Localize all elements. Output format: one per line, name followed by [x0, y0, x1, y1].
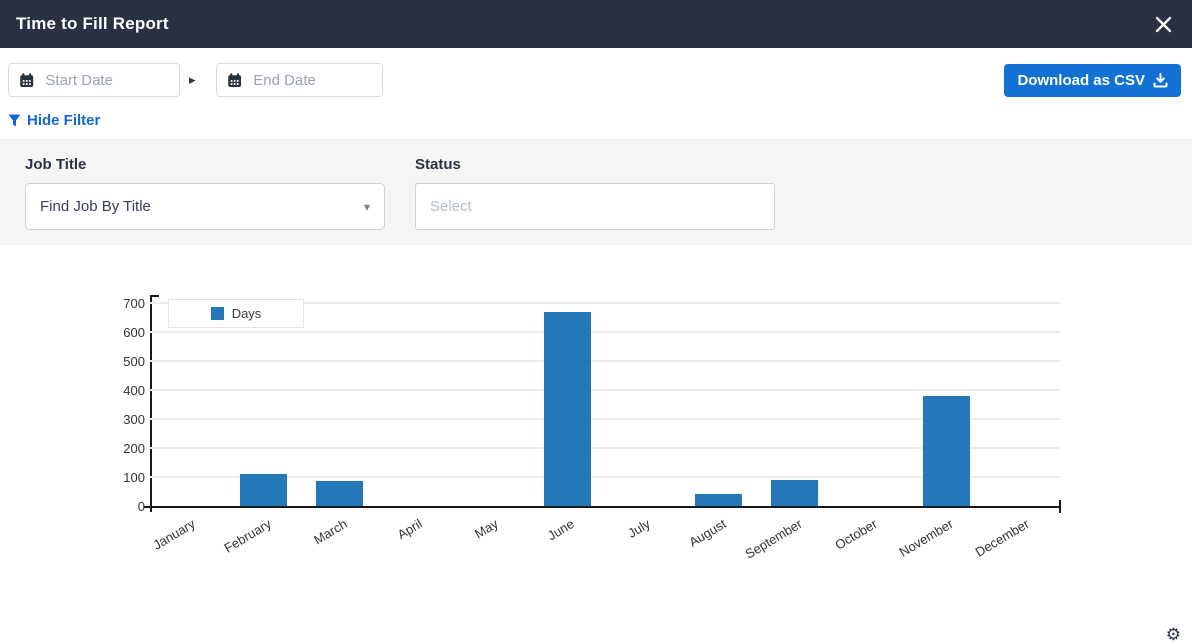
y-tick-label-400: 400	[95, 384, 145, 397]
bar-september[interactable]	[771, 480, 818, 506]
bar-march[interactable]	[316, 481, 363, 506]
start-date-input[interactable]	[43, 71, 169, 90]
gridline-600	[150, 331, 1060, 333]
x-label-july: July	[566, 516, 653, 576]
job-title-select-value: Find Job By Title	[40, 198, 151, 215]
caret-right-icon: ▸	[189, 63, 196, 97]
chart-region: 0 100 200 300 400 500 600 700 JanuaryFebruaryMar…	[0, 245, 1192, 643]
status-select-input[interactable]	[415, 183, 775, 230]
x-label-april: April	[339, 516, 426, 576]
y-tick-label-300: 300	[95, 413, 145, 426]
toolbar: ▸ Download as CSV	[0, 48, 1192, 110]
y-tick-label-600: 600	[95, 326, 145, 339]
y-axis	[150, 295, 152, 512]
x-label-february: February	[187, 516, 274, 576]
legend-label: Days	[232, 306, 262, 321]
end-date-field[interactable]	[216, 63, 383, 97]
y-axis-top-tick	[150, 295, 159, 297]
y-tick-label-200: 200	[95, 442, 145, 455]
page-title: Time to Fill Report	[16, 14, 169, 34]
x-label-november: November	[869, 516, 956, 576]
bar-november[interactable]	[923, 396, 970, 506]
chart-legend: Days	[168, 299, 304, 328]
chevron-down-icon: ▾	[364, 200, 370, 214]
status-group: Status	[415, 156, 775, 230]
end-date-input[interactable]	[251, 71, 372, 90]
calendar-icon	[19, 71, 34, 90]
y-tick-label-700: 700	[95, 297, 145, 310]
modal-header: Time to Fill Report	[0, 0, 1192, 48]
hide-filter-link[interactable]: Hide Filter	[8, 112, 100, 129]
y-tick-label-500: 500	[95, 355, 145, 368]
bar-june[interactable]	[544, 312, 591, 506]
calendar-icon	[227, 71, 242, 90]
y-tick-label-0: 0	[95, 500, 145, 513]
x-axis	[144, 506, 1061, 508]
filter-panel: Job Title Find Job By Title ▾ Status	[0, 139, 1192, 245]
x-label-september: September	[718, 516, 805, 576]
x-axis-end-tick	[1059, 500, 1061, 513]
download-icon	[1153, 73, 1168, 88]
close-icon	[1155, 16, 1172, 33]
x-label-may: May	[414, 516, 501, 576]
start-date-field[interactable]	[8, 63, 180, 97]
bar-august[interactable]	[695, 494, 742, 506]
gridline-400	[150, 389, 1060, 391]
gridline-500	[150, 360, 1060, 362]
download-csv-button[interactable]: Download as CSV	[1004, 64, 1181, 97]
download-csv-label: Download as CSV	[1017, 72, 1145, 89]
hide-filter-label: Hide Filter	[27, 112, 100, 129]
legend-color-days	[211, 307, 224, 320]
y-tick-label-100: 100	[95, 471, 145, 484]
status-label: Status	[415, 156, 775, 173]
x-label-december: December	[945, 516, 1032, 576]
gear-icon[interactable]: ⚙	[1166, 626, 1181, 643]
filter-icon	[8, 114, 21, 127]
close-button[interactable]	[1150, 11, 1176, 37]
x-label-august: August	[642, 516, 729, 576]
bar-february[interactable]	[240, 474, 287, 506]
x-label-march: March	[263, 516, 350, 576]
x-label-october: October	[794, 516, 881, 576]
job-title-select[interactable]: Find Job By Title ▾	[25, 183, 385, 230]
job-title-label: Job Title	[25, 156, 385, 173]
x-label-june: June	[490, 516, 577, 576]
x-label-january: January	[111, 516, 198, 576]
job-title-group: Job Title Find Job By Title ▾	[25, 156, 385, 230]
